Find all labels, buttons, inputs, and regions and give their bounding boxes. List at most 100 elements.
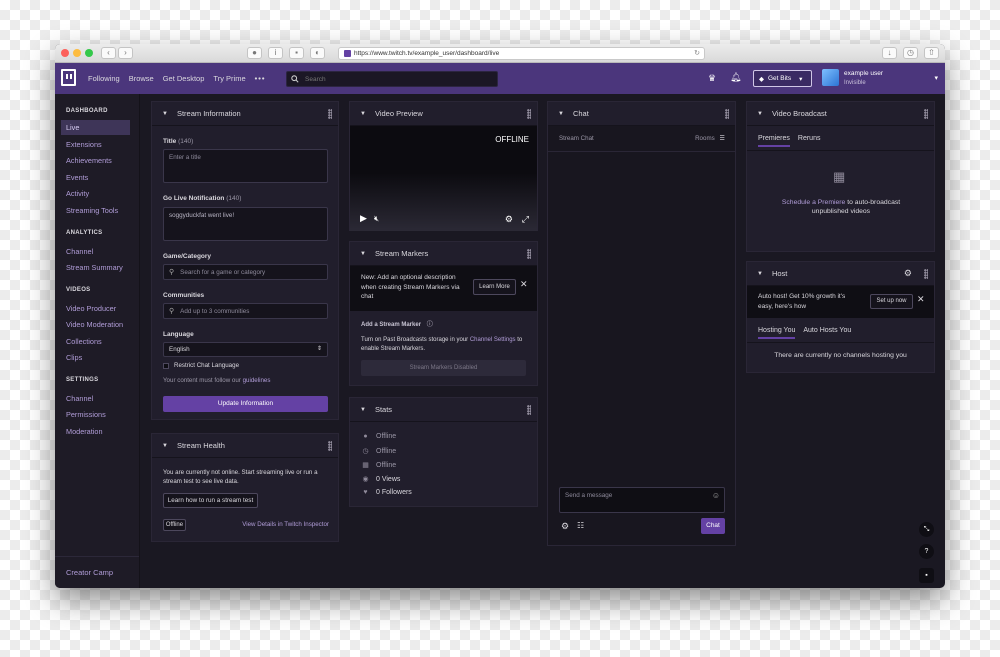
settings-gear-icon[interactable]: ⚙ — [505, 214, 513, 225]
tab-hosting-you[interactable]: Hosting You — [758, 327, 796, 339]
collapse-icon[interactable]: ▼ — [558, 111, 564, 117]
forward-button[interactable]: › — [118, 47, 133, 59]
language-select[interactable]: English ⇕ — [163, 342, 328, 357]
tabs-divider — [747, 150, 934, 151]
sidebar-item-video-moderation[interactable]: Video Moderation — [66, 320, 123, 329]
sidebar-item-activity[interactable]: Activity — [66, 189, 89, 198]
update-information-button[interactable]: Update Information — [163, 396, 328, 412]
emoji-icon[interactable]: ☺ — [712, 491, 720, 500]
collapse-icon[interactable]: ▼ — [757, 271, 763, 277]
tab-auto-hosts-you[interactable]: Auto Hosts You — [803, 327, 851, 339]
notifications-bell-icon[interactable]: 🔔︎ — [730, 72, 741, 83]
popout-icon[interactable]: ⤡ — [919, 522, 934, 537]
collapse-icon[interactable]: ▼ — [360, 251, 366, 257]
sidebar-item-live[interactable]: Live — [61, 120, 130, 135]
close-window-button[interactable] — [61, 49, 69, 57]
sidebar-item-permissions[interactable]: Permissions — [66, 410, 106, 419]
sidebar-item-events[interactable]: Events — [66, 173, 88, 182]
sidebar-item-collections[interactable]: Collections — [66, 337, 102, 346]
game-category-input[interactable]: ⚲ Search for a game or category — [163, 264, 328, 280]
user-menu[interactable]: example user Invisible — [844, 70, 883, 87]
collapse-icon[interactable]: ▼ — [162, 443, 168, 449]
drag-handle-icon[interactable] — [924, 269, 928, 279]
reader-icon[interactable]: ◐ — [310, 47, 325, 59]
share-icon[interactable]: ⇧ — [924, 47, 939, 59]
viewer-list-icon[interactable]: ☷ — [577, 521, 584, 530]
get-bits-button[interactable]: ◆ Get Bits ▾ — [753, 70, 812, 87]
sidebar-item-streaming-tools[interactable]: Streaming Tools — [66, 206, 118, 215]
zoom-window-button[interactable] — [85, 49, 93, 57]
mute-icon[interactable]: 🔇︎ — [374, 214, 379, 224]
info-icon[interactable]: ⓘ — [427, 322, 433, 328]
set-up-now-button[interactable]: Set up now — [870, 294, 913, 309]
twitch-inspector-link[interactable]: View Details in Twitch Inspector — [242, 520, 329, 529]
search-input[interactable]: Search — [286, 71, 498, 87]
drag-handle-icon[interactable] — [328, 441, 332, 451]
close-icon[interactable]: ✕ — [520, 279, 528, 290]
sidebar-item-creator-camp[interactable]: Creator Camp — [66, 568, 113, 577]
nav-browse[interactable]: Browse — [129, 74, 154, 83]
sidebar-item-extensions[interactable]: Extensions — [66, 140, 102, 149]
nav-following[interactable]: Following — [88, 74, 120, 83]
nav-try-prime[interactable]: Try Prime — [213, 74, 245, 83]
history-icon[interactable]: ◷ — [903, 47, 918, 59]
sidebar-item-channel-settings[interactable]: Channel — [66, 394, 93, 403]
collapse-icon[interactable]: ▼ — [757, 111, 763, 117]
learn-stream-test-button[interactable]: Learn how to run a stream test — [163, 493, 258, 508]
twitch-logo-icon[interactable] — [61, 69, 76, 86]
close-icon[interactable]: ✕ — [917, 294, 925, 305]
chat-send-button[interactable]: Chat — [701, 518, 725, 534]
learn-more-button[interactable]: Learn More — [473, 279, 516, 295]
sidebar-item-clips[interactable]: Clips — [66, 353, 82, 362]
drag-handle-icon[interactable] — [924, 109, 928, 119]
chat-message-input[interactable]: Send a message ☺ — [559, 487, 725, 513]
sidebar-heading-analytics: ANALYTICS — [66, 230, 103, 236]
drag-handle-icon[interactable] — [527, 405, 531, 415]
feedback-chat-icon[interactable]: ▪ — [919, 568, 934, 583]
collapse-icon[interactable]: ▼ — [162, 111, 168, 117]
lock-icon[interactable]: ▪ — [289, 47, 304, 59]
sidebar-item-stream-summary[interactable]: Stream Summary — [66, 263, 123, 272]
play-icon[interactable]: ▶ — [360, 213, 367, 224]
crown-icon[interactable]: ♛ — [708, 73, 716, 84]
stat-value: Offline — [376, 433, 397, 440]
sidebar-item-moderation[interactable]: Moderation — [66, 427, 103, 436]
restrict-chat-language-checkbox[interactable] — [163, 363, 169, 369]
address-bar[interactable]: https://www.twitch.tv/example_user/dashb… — [338, 47, 705, 60]
help-button[interactable]: ? — [919, 544, 934, 559]
minimize-window-button[interactable] — [73, 49, 81, 57]
collapse-icon[interactable]: ▼ — [360, 111, 366, 117]
title-input[interactable]: Enter a title — [163, 149, 328, 183]
extension-icon[interactable]: ● — [247, 47, 262, 59]
more-menu-icon[interactable]: ••• — [255, 74, 266, 83]
sidebar-item-channel-analytics[interactable]: Channel — [66, 247, 93, 256]
communities-input[interactable]: ⚲ Add up to 3 communities — [163, 303, 328, 319]
back-button[interactable]: ‹ — [101, 47, 116, 59]
go-live-notification-input[interactable]: soggyduckfat went live! — [163, 207, 328, 241]
nav-get-desktop[interactable]: Get Desktop — [163, 74, 205, 83]
rooms-button[interactable]: Rooms ☰ — [695, 134, 725, 143]
drag-handle-icon[interactable] — [527, 249, 531, 259]
schedule-premiere-link[interactable]: Schedule a Premiere — [782, 199, 845, 206]
download-icon[interactable]: ↓ — [882, 47, 897, 59]
collapse-icon[interactable]: ▼ — [360, 407, 366, 413]
channel-settings-link[interactable]: Channel Settings — [470, 337, 516, 343]
sidebar-item-achievements[interactable]: Achievements — [66, 156, 112, 165]
guidelines-link[interactable]: guidelines — [243, 377, 271, 384]
drag-handle-icon[interactable] — [527, 109, 531, 119]
reload-icon[interactable]: ↻ — [694, 48, 700, 59]
tab-reruns[interactable]: Reruns — [798, 135, 821, 147]
panel-title: Video Preview — [374, 109, 423, 118]
chat-settings-gear-icon[interactable]: ⚙ — [561, 521, 569, 532]
stream-markers-promo: New: Add an optional description when cr… — [350, 266, 537, 311]
fullscreen-icon[interactable]: ⤢ — [522, 214, 529, 225]
host-settings-gear-icon[interactable]: ⚙ — [904, 268, 912, 279]
video-player[interactable]: OFFLINE ▶ 🔇︎ ⚙ ⤢ — [350, 126, 537, 231]
user-menu-chevron-icon[interactable]: ▾ — [934, 74, 938, 82]
sidebar-item-video-producer[interactable]: Video Producer — [66, 304, 116, 313]
info-icon[interactable]: i — [268, 47, 283, 59]
drag-handle-icon[interactable] — [725, 109, 729, 119]
avatar[interactable] — [822, 69, 839, 86]
drag-handle-icon[interactable] — [328, 109, 332, 119]
tab-premieres[interactable]: Premieres — [758, 135, 790, 147]
